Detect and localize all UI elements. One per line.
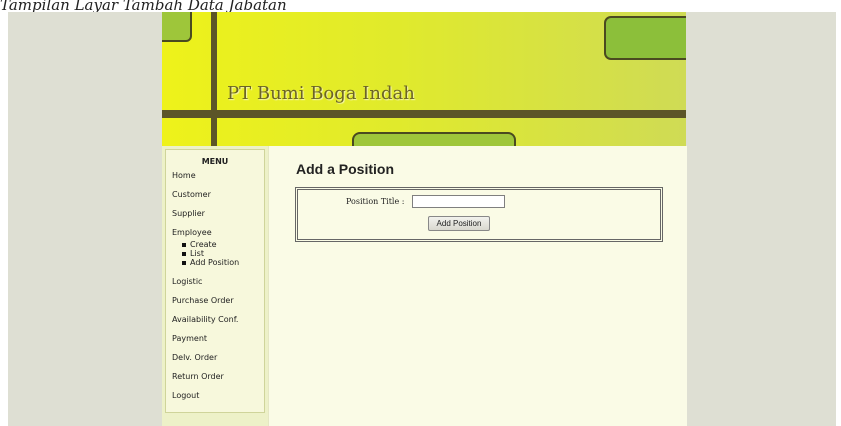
menu-heading: MENU <box>201 157 229 166</box>
decorative-box-top-left <box>162 12 192 42</box>
site-container: PT Bumi Boga Indah MENU Home Customer Su… <box>162 12 687 426</box>
submenu-item-label: Create <box>190 240 217 249</box>
submenu-item-create[interactable]: Create <box>182 240 264 249</box>
menu-item-logistic[interactable]: Logistic <box>166 275 264 294</box>
employee-submenu: Create List Add Position <box>166 240 264 275</box>
menu-item-employee[interactable]: Employee <box>172 228 212 237</box>
banner-horizontal-bar <box>162 110 686 118</box>
add-position-form: Position Title : Add Position <box>295 187 663 242</box>
submenu-item-add-position[interactable]: Add Position <box>182 258 264 267</box>
menu-item-customer[interactable]: Customer <box>166 188 264 207</box>
decorative-box-top-right <box>604 16 686 60</box>
decorative-box-bottom-center <box>352 132 516 146</box>
menu-item-availability-conf[interactable]: Availability Conf. <box>166 313 264 332</box>
menu-panel: MENU Home Customer Supplier Employee Cre… <box>165 149 265 413</box>
bullet-icon <box>182 260 186 265</box>
menu-item-logout[interactable]: Logout <box>166 389 264 408</box>
bullet-icon <box>182 242 186 247</box>
menu-item-return-order[interactable]: Return Order <box>166 370 264 389</box>
menu-item-employee-group: Employee <box>166 226 264 240</box>
submenu-item-label: List <box>190 249 204 258</box>
menu-item-supplier[interactable]: Supplier <box>166 207 264 226</box>
bullet-icon <box>182 251 186 256</box>
banner-vertical-bar <box>211 12 217 146</box>
add-position-button[interactable]: Add Position <box>428 216 490 231</box>
page-title: Add a Position <box>296 161 394 177</box>
site-title: PT Bumi Boga Indah <box>227 83 415 104</box>
menu-item-payment[interactable]: Payment <box>166 332 264 351</box>
main-content: Add a Position Position Title : Add Posi… <box>268 146 687 426</box>
position-title-label: Position Title : <box>346 197 405 206</box>
menu-item-purchase-order[interactable]: Purchase Order <box>166 294 264 313</box>
sidebar: MENU Home Customer Supplier Employee Cre… <box>162 146 268 426</box>
position-title-input[interactable] <box>412 195 505 208</box>
menu-item-home[interactable]: Home <box>166 169 264 188</box>
submenu-item-list[interactable]: List <box>182 249 264 258</box>
menu-item-delv-order[interactable]: Delv. Order <box>166 351 264 370</box>
submenu-item-label: Add Position <box>190 258 240 267</box>
header-banner: PT Bumi Boga Indah <box>162 12 686 146</box>
